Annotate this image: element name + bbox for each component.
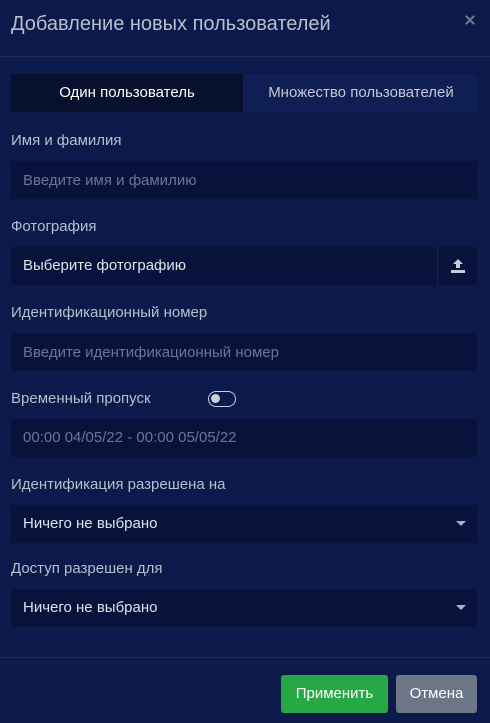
access-selected: Ничего не выбрано bbox=[23, 599, 158, 616]
cancel-button[interactable]: Отмена bbox=[396, 675, 477, 713]
id-number-field bbox=[11, 333, 477, 371]
caret-down-icon bbox=[456, 605, 466, 610]
dialog-header: Добавление новых пользователей bbox=[0, 0, 490, 57]
identification-selected: Ничего не выбрано bbox=[23, 515, 158, 532]
identification-label: Идентификация разрешена на bbox=[11, 476, 226, 493]
apply-button[interactable]: Применить bbox=[281, 675, 388, 713]
dialog-title: Добавление новых пользователей bbox=[11, 13, 331, 35]
id-number-input[interactable] bbox=[11, 333, 477, 371]
identification-select[interactable]: Ничего не выбрано bbox=[11, 505, 477, 543]
toggle-knob bbox=[211, 394, 220, 403]
upload-button[interactable] bbox=[437, 247, 477, 285]
temp-pass-range: 00:00 04/05/22 - 00:00 05/05/22 bbox=[23, 429, 237, 446]
name-input[interactable] bbox=[11, 161, 477, 199]
photo-select-text: Выберите фотографию bbox=[23, 257, 187, 274]
name-field bbox=[11, 161, 477, 199]
add-users-dialog: Добавление новых пользователей Один поль… bbox=[0, 0, 490, 722]
temp-pass-toggle[interactable] bbox=[208, 391, 236, 407]
close-icon[interactable] bbox=[462, 12, 478, 28]
id-number-label: Идентификационный номер bbox=[11, 304, 208, 321]
photo-label: Фотография bbox=[11, 218, 97, 235]
access-select[interactable]: Ничего не выбрано bbox=[11, 589, 477, 627]
name-label: Имя и фамилия bbox=[11, 132, 122, 149]
upload-icon bbox=[451, 259, 465, 273]
tab-single-user[interactable]: Один пользователь bbox=[11, 74, 243, 112]
caret-down-icon bbox=[456, 521, 466, 526]
access-label: Доступ разрешен для bbox=[11, 560, 163, 577]
tab-multiple-users[interactable]: Множество пользователей bbox=[245, 74, 477, 112]
temp-pass-label: Временный пропуск bbox=[11, 390, 151, 407]
temp-pass-range-field: 00:00 04/05/22 - 00:00 05/05/22 bbox=[11, 419, 477, 457]
photo-field[interactable]: Выберите фотографию bbox=[11, 247, 477, 285]
user-mode-tabs: Один пользователь Множество пользователе… bbox=[11, 74, 477, 112]
dialog-footer: Применить Отмена bbox=[0, 657, 490, 723]
